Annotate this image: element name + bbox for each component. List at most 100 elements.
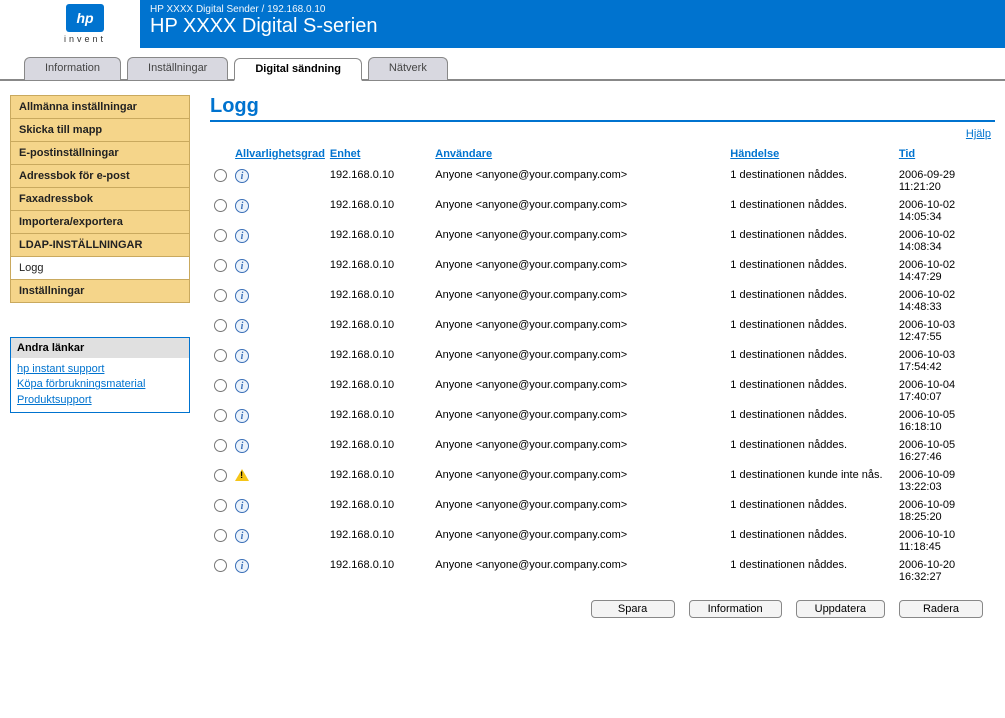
sidebar-item-faxadressbok[interactable]: Faxadressbok: [11, 188, 189, 211]
info-icon: i: [235, 379, 249, 393]
row-select-radio[interactable]: [214, 349, 227, 362]
cell-event: 1 destinationen nåddes.: [726, 196, 895, 226]
cell-time: 2006-10-10 11:18:45: [895, 526, 995, 556]
logo-subtext: invent: [64, 34, 106, 44]
cell-device: 192.168.0.10: [326, 316, 431, 346]
cell-device: 192.168.0.10: [326, 556, 431, 586]
row-select-radio[interactable]: [214, 289, 227, 302]
log-table: Allvarlighetsgrad Enhet Användare Händel…: [210, 146, 995, 586]
info-icon: i: [235, 229, 249, 243]
table-row: i 192.168.0.10Anyone <anyone@your.company…: [210, 166, 995, 196]
table-row: i192.168.0.10Anyone <anyone@your.company…: [210, 256, 995, 286]
table-row: i192.168.0.10Anyone <anyone@your.company…: [210, 286, 995, 316]
col-time[interactable]: Tid: [895, 146, 995, 166]
sidebar-item-ldap-inst-llningar[interactable]: LDAP-INSTÄLLNINGAR: [11, 234, 189, 257]
help-link[interactable]: Hjälp: [966, 128, 991, 140]
cell-event: 1 destinationen nåddes.: [726, 256, 895, 286]
row-select-radio[interactable]: [214, 529, 227, 542]
col-severity[interactable]: Allvarlighetsgrad: [231, 146, 326, 166]
tab-inställningar[interactable]: Inställningar: [127, 57, 228, 80]
table-row: 192.168.0.10Anyone <anyone@your.company.…: [210, 466, 995, 496]
sidebar-item-allm-nna-inst-llningar[interactable]: Allmänna inställningar: [11, 96, 189, 119]
col-device[interactable]: Enhet: [326, 146, 431, 166]
page-title: Logg: [210, 95, 995, 122]
cell-time: 2006-10-05 16:18:10: [895, 406, 995, 436]
cell-device: 192.168.0.10: [326, 166, 431, 196]
table-row: i192.168.0.10Anyone <anyone@your.company…: [210, 436, 995, 466]
sidebar-item-importera-exportera[interactable]: Importera/exportera: [11, 211, 189, 234]
other-link[interactable]: Produktsupport: [17, 393, 183, 408]
cell-event: 1 destinationen nåddes.: [726, 226, 895, 256]
row-select-radio[interactable]: [214, 199, 227, 212]
row-select-radio[interactable]: [214, 439, 227, 452]
cell-event: 1 destinationen nåddes.: [726, 436, 895, 466]
delete-button[interactable]: Radera: [899, 600, 983, 618]
info-icon: i: [235, 319, 249, 333]
cell-user: Anyone <anyone@your.company.com>: [431, 256, 726, 286]
cell-event: 1 destinationen nåddes.: [726, 346, 895, 376]
info-icon: i: [235, 559, 249, 573]
cell-user: Anyone <anyone@your.company.com>: [431, 166, 726, 196]
sidebar-item-inst-llningar[interactable]: Inställningar: [11, 280, 189, 302]
cell-time: 2006-10-02 14:08:34: [895, 226, 995, 256]
row-select-radio[interactable]: [214, 169, 227, 182]
row-select-radio[interactable]: [214, 229, 227, 242]
cell-user: Anyone <anyone@your.company.com>: [431, 196, 726, 226]
info-icon: i: [235, 259, 249, 273]
other-link[interactable]: Köpa förbrukningsmaterial: [17, 377, 183, 392]
sidebar-item-adressbok-f-r-e-post[interactable]: Adressbok för e-post: [11, 165, 189, 188]
cell-event: 1 destinationen nåddes.: [726, 496, 895, 526]
cell-user: Anyone <anyone@your.company.com>: [431, 556, 726, 586]
sidebar-item-logg[interactable]: Logg: [11, 257, 189, 280]
col-user[interactable]: Användare: [431, 146, 726, 166]
tab-bar: Information Inställningar Digital sändning…: [0, 48, 1005, 81]
cell-time: 2006-10-04 17:40:07: [895, 376, 995, 406]
cell-time: 2006-10-05 16:27:46: [895, 436, 995, 466]
tab-information[interactable]: Information: [24, 57, 121, 80]
cell-user: Anyone <anyone@your.company.com>: [431, 316, 726, 346]
info-icon: i: [235, 439, 249, 453]
sidebar-item-e-postinst-llningar[interactable]: E-postinställningar: [11, 142, 189, 165]
cell-device: 192.168.0.10: [326, 376, 431, 406]
other-link[interactable]: hp instant support: [17, 362, 183, 377]
tab-digital-sändning[interactable]: Digital sändning: [234, 58, 362, 81]
cell-time: 2006-10-03 12:47:55: [895, 316, 995, 346]
table-row: i192.168.0.10Anyone <anyone@your.company…: [210, 376, 995, 406]
table-row: i192.168.0.10Anyone <anyone@your.company…: [210, 346, 995, 376]
header: hp invent HP XXXX Digital Sender / 192.1…: [0, 0, 1005, 48]
row-select-radio[interactable]: [214, 379, 227, 392]
row-select-radio[interactable]: [214, 259, 227, 272]
col-event[interactable]: Händelse: [726, 146, 895, 166]
cell-time: 2006-10-02 14:48:33: [895, 286, 995, 316]
cell-time: 2006-10-02 14:47:29: [895, 256, 995, 286]
cell-user: Anyone <anyone@your.company.com>: [431, 226, 726, 256]
cell-time: 2006-10-20 16:32:27: [895, 556, 995, 586]
information-button[interactable]: Information: [689, 600, 782, 618]
sidebar-menu: Allmänna inställningarSkicka till mappE-…: [10, 95, 190, 303]
banner-title: HP XXXX Digital S-serien: [150, 15, 995, 38]
cell-device: 192.168.0.10: [326, 226, 431, 256]
sidebar-item-skicka-till-mapp[interactable]: Skicka till mapp: [11, 119, 189, 142]
row-select-radio[interactable]: [214, 319, 227, 332]
cell-device: 192.168.0.10: [326, 526, 431, 556]
tab-nätverk[interactable]: Nätverk: [368, 57, 448, 80]
info-icon: i: [235, 169, 249, 183]
table-row: i 192.168.0.10Anyone <anyone@your.company…: [210, 556, 995, 586]
hp-logo-icon: hp: [66, 4, 104, 32]
table-row: i 192.168.0.10Anyone <anyone@your.company…: [210, 196, 995, 226]
row-select-radio[interactable]: [214, 409, 227, 422]
row-select-radio[interactable]: [214, 469, 227, 482]
row-select-radio[interactable]: [214, 559, 227, 572]
table-row: i 192.168.0.10Anyone <anyone@your.company…: [210, 226, 995, 256]
cell-device: 192.168.0.10: [326, 436, 431, 466]
cell-device: 192.168.0.10: [326, 196, 431, 226]
refresh-button[interactable]: Uppdatera: [796, 600, 885, 618]
row-select-radio[interactable]: [214, 499, 227, 512]
cell-user: Anyone <anyone@your.company.com>: [431, 496, 726, 526]
other-links-header: Andra länkar: [11, 338, 189, 358]
cell-device: 192.168.0.10: [326, 406, 431, 436]
save-button[interactable]: Spara: [591, 600, 675, 618]
info-icon: i: [235, 199, 249, 213]
cell-time: 2006-10-03 17:54:42: [895, 346, 995, 376]
other-links-box: Andra länkar hp instant supportKöpa förb…: [10, 337, 190, 413]
